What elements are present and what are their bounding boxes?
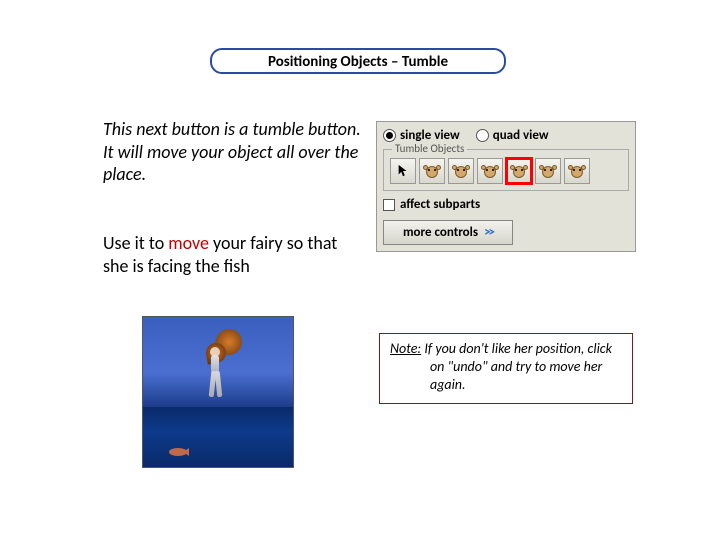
- tumble-tools-panel: single view quad view Tumble Objects: [376, 121, 636, 252]
- view-mode-radio-group: single view quad view: [383, 128, 629, 143]
- fairy-scene-image: [142, 316, 294, 468]
- tumble-tool-5-button[interactable]: [535, 158, 561, 184]
- quad-view-radio[interactable]: [476, 129, 489, 142]
- tumble-toolbar: [390, 158, 622, 184]
- pointer-tool-button[interactable]: [390, 158, 416, 184]
- note-body-text: If you don't like her position, click on…: [421, 340, 612, 393]
- monkey-icon: [511, 163, 527, 179]
- tumble-tool-6-button[interactable]: [564, 158, 590, 184]
- monkey-icon: [482, 163, 498, 179]
- paragraph-1: This next button is a tumble button. It …: [103, 118, 363, 186]
- single-view-label: single view: [400, 128, 460, 143]
- tumble-tool-2-button[interactable]: [448, 158, 474, 184]
- affect-subparts-label: affect subparts: [400, 197, 480, 212]
- monkey-icon: [453, 163, 469, 179]
- paragraph-2: Use it to move your fairy so that she is…: [103, 232, 353, 277]
- fairy-figure: [198, 325, 242, 405]
- fieldset-legend: Tumble Objects: [392, 142, 467, 155]
- fish-figure: [165, 447, 191, 457]
- more-controls-button[interactable]: more controls >>: [383, 220, 513, 245]
- tumble-tool-3-button[interactable]: [477, 158, 503, 184]
- single-view-radio[interactable]: [383, 129, 396, 142]
- monkey-icon: [540, 163, 556, 179]
- monkey-icon: [424, 163, 440, 179]
- monkey-icon: [569, 163, 585, 179]
- note-label: Note:: [390, 340, 421, 357]
- p2-pre: Use it to: [103, 232, 168, 254]
- affect-subparts-row: affect subparts: [383, 197, 629, 212]
- tumble-tool-1-button[interactable]: [419, 158, 445, 184]
- slide-title: Positioning Objects – Tumble: [210, 48, 506, 74]
- tumble-objects-fieldset: Tumble Objects: [383, 149, 629, 191]
- affect-subparts-checkbox[interactable]: [383, 199, 395, 211]
- sea-region: [143, 407, 293, 467]
- more-controls-label: more controls: [403, 225, 478, 240]
- pointer-icon: [396, 164, 410, 178]
- quad-view-label: quad view: [493, 128, 549, 143]
- tumble-tool-4-button[interactable]: [506, 158, 532, 184]
- chevron-right-icon: >>: [484, 225, 493, 240]
- p2-move-word: move: [168, 232, 209, 254]
- note-box: Note: If you don't like her position, cl…: [379, 333, 633, 404]
